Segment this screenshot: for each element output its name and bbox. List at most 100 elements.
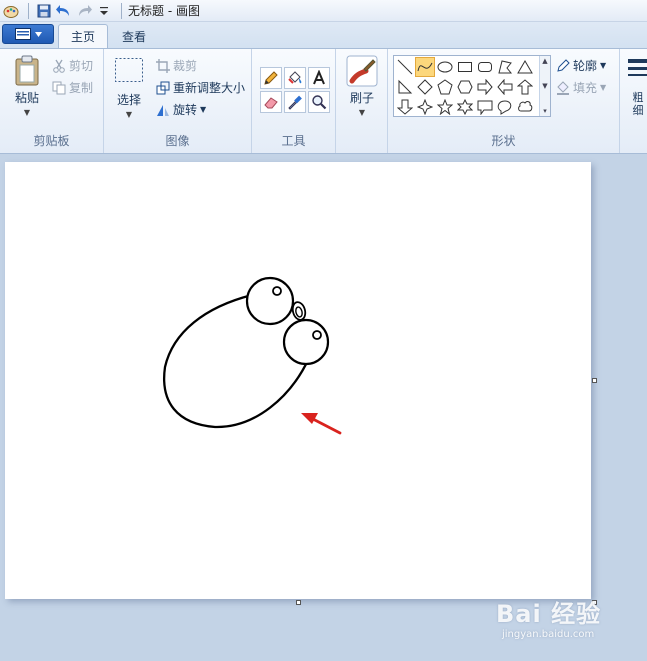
down-arrow-shape[interactable] [395,97,415,117]
five-point-star-shape[interactable] [435,97,455,117]
brushes-group: 刷子 ▼ [336,49,388,153]
title-bar: 无标题 - 画图 [0,0,647,22]
line-shape[interactable] [395,57,415,77]
chevron-down-icon: ▼ [23,108,31,117]
menu-icon [14,28,31,40]
outline-button[interactable]: 轮廓 ▼ [556,57,606,74]
shapes-scrollbar[interactable]: ▲ ▼ ▾ [539,56,550,116]
up-arrow-shape[interactable] [515,77,535,97]
workspace [0,154,647,661]
watermark-logo-text: Bai 经验 [496,600,602,628]
polygon-shape[interactable] [495,57,515,77]
magnifier-icon [312,95,327,110]
select-button[interactable]: 选择 ▼ [112,57,146,119]
rectangle-icon [458,62,472,72]
save-icon[interactable] [35,2,53,20]
image-group: 选择 ▼ 裁剪 重新调整大小 旋转 ▼ 图像 [104,49,252,153]
four-point-star-shape[interactable] [415,97,435,117]
red-arrow [309,416,342,435]
rounded-rectangle-shape[interactable] [475,57,495,77]
brushes-button[interactable]: 刷子 ▼ [344,55,380,117]
chevron-down-icon: ▼ [600,83,607,92]
separator [121,2,122,19]
scissors-icon [53,59,65,73]
six-point-star-shape[interactable] [455,97,475,117]
undo-icon[interactable] [55,2,73,20]
left-arrow-icon [497,79,513,95]
ribbon: 粘贴 ▼ 剪切 复制 剪贴板 选择 ▼ 裁剪 重新调整大小 旋转 ▼ 图像 工具… [0,48,647,154]
watermark: Bai 经验 jingyan.baidu.com [496,594,646,654]
oval-callout-icon [497,100,512,115]
window-title: 无标题 - 画图 [128,4,200,18]
scroll-down-icon[interactable]: ▼ [542,82,547,90]
oval-shape[interactable] [435,57,455,77]
fill-button[interactable]: 填充 ▼ [556,79,606,96]
canvas-resize-handle-right[interactable] [592,378,597,383]
pencil-tool[interactable] [260,67,282,89]
rectangular-callout-icon [477,100,493,115]
drawn-pupil-right [312,330,322,340]
redo-icon[interactable] [75,2,93,20]
cloud-callout-icon [518,101,533,112]
paste-button[interactable]: 粘贴 ▼ [10,55,44,117]
chevron-down-icon: ▼ [125,110,133,119]
chevron-down-icon: ▼ [200,105,207,114]
drawing-canvas[interactable] [5,162,591,599]
right-arrow-icon [477,79,493,95]
application-menu-button[interactable] [2,24,54,44]
pencil-icon [264,71,278,85]
diamond-icon [417,79,433,95]
tab-home[interactable]: 主页 [58,24,109,48]
size-button[interactable]: 粗 细 [628,57,647,117]
clipboard-icon [15,55,39,86]
curve-shape[interactable] [415,57,435,77]
triangle-shape[interactable] [515,57,535,77]
rotate-button[interactable]: 旋转 ▼ [156,101,206,118]
image-group-label: 图像 [165,134,190,148]
eraser-tool[interactable] [260,91,282,113]
copy-button[interactable]: 复制 [52,79,93,96]
chevron-down-icon [34,31,42,37]
drawn-eye-left [245,276,295,326]
chevron-down-icon: ▼ [600,61,607,70]
fill-tool[interactable] [284,67,306,89]
clipboard-group-label: 剪贴板 [33,134,70,148]
eyedropper-icon [288,95,302,110]
scroll-up-icon[interactable]: ▲ [542,57,547,65]
cloud-callout-shape[interactable] [515,97,535,117]
magnifier-tool[interactable] [308,91,330,113]
rectangular-callout-shape[interactable] [475,97,495,117]
rectangle-shape[interactable] [455,57,475,77]
paint-app-icon[interactable] [2,2,20,20]
tools-group-label: 工具 [281,134,306,148]
down-arrow-icon [397,99,413,115]
customize-toolbar-icon[interactable] [95,2,113,20]
diamond-shape[interactable] [415,77,435,97]
four-point-star-icon [417,99,433,115]
resize-button[interactable]: 重新调整大小 [156,79,245,96]
shapes-gallery: ▲ ▼ ▾ [393,55,551,117]
expand-gallery-icon[interactable]: ▾ [543,107,547,115]
crop-button[interactable]: 裁剪 [156,57,197,74]
canvas-resize-handle-bottom[interactable] [296,600,301,605]
shapes-group: ▲ ▼ ▾ 轮廓 ▼ 填充 ▼ 形状 [388,49,620,153]
oval-callout-shape[interactable] [495,97,515,117]
pentagon-shape[interactable] [435,77,455,97]
selection-rectangle-icon [115,58,143,82]
right-triangle-icon [398,79,413,94]
right-triangle-shape[interactable] [395,77,415,97]
ribbon-tab-row: 主页 查看 [0,22,647,48]
six-point-star-icon [457,99,473,115]
left-arrow-shape[interactable] [495,77,515,97]
color-picker-tool[interactable] [284,91,306,113]
separator [28,2,29,19]
cut-button[interactable]: 剪切 [52,57,93,74]
right-arrow-shape[interactable] [475,77,495,97]
text-a-icon [313,70,325,85]
tab-view[interactable]: 查看 [110,24,158,48]
polygon-icon [498,60,513,74]
text-tool[interactable] [308,67,330,89]
brush-icon [346,55,378,87]
chevron-down-icon: ▼ [358,108,366,117]
hexagon-shape[interactable] [455,77,475,97]
